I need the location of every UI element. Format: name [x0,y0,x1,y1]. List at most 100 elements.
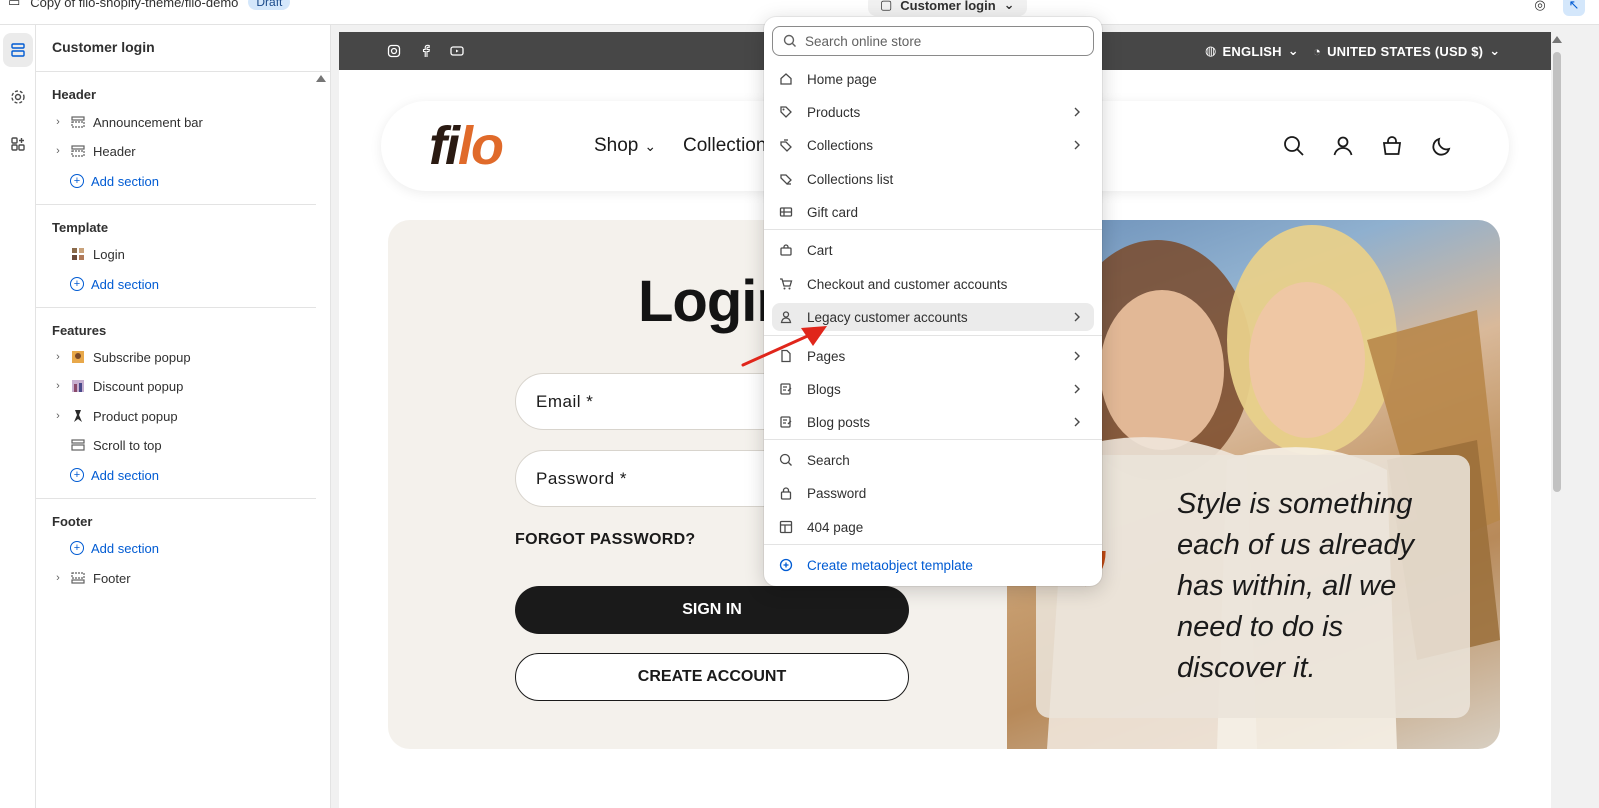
menu-item-products[interactable]: Products [772,98,1094,126]
chevron-right-icon[interactable]: › [52,410,64,422]
menu-item-collections-list[interactable]: Collections list [772,165,1094,193]
section-icon [70,115,86,129]
add-section-footer[interactable]: + Add section [52,537,159,559]
nav-shop[interactable]: Shop ⌄ [594,135,656,157]
language-selector[interactable]: ◍ ENGLISH ⌄ [1205,43,1299,59]
chevron-right-icon [1074,312,1080,322]
gift-card-icon [778,204,794,220]
search-icon[interactable] [1282,134,1306,158]
blog-icon [778,381,794,397]
bag-icon [778,242,794,258]
nav-collections-label: Collection [683,135,767,156]
forgot-password-link[interactable]: FORGOT PASSWORD? [515,531,696,549]
menu-item-blog-posts[interactable]: Blog posts [772,408,1094,436]
chevron-right-icon[interactable]: › [52,380,64,392]
store-search-input[interactable] [805,33,1075,49]
section-scroll-to-top[interactable]: Scroll to top [52,434,162,456]
apps-icon[interactable] [3,127,33,161]
menu-item-collections[interactable]: Collections [772,131,1094,159]
menu-item-label: Create metaobject template [807,557,973,573]
add-circle-icon: + [70,174,84,188]
section-subscribe-popup[interactable]: › Subscribe popup [52,346,190,368]
instagram-icon[interactable] [387,44,401,58]
youtube-icon[interactable] [450,44,464,58]
menu-item-label: Collections [807,137,874,153]
scroll-up-arrow[interactable] [1552,36,1562,43]
add-section-template[interactable]: + Add section [52,273,159,295]
chevron-right-icon[interactable]: › [52,572,64,584]
section-label: Discount popup [93,378,184,394]
inspector-icon[interactable]: ↖ [1563,0,1585,16]
scrollbar-thumb[interactable] [1553,52,1561,492]
menu-item-label: Collections list [807,171,894,187]
section-header[interactable]: › Header [52,140,135,162]
menu-item-password[interactable]: Password [772,479,1094,507]
exit-icon[interactable]: ▭ [8,0,20,10]
template-dropdown: Home page Products Collections Collectio… [764,17,1102,586]
store-title-area: ▭ Copy of filo-shopify-theme/filo-demo D… [8,0,291,10]
login-section-icon [70,247,86,261]
template-selector[interactable]: ▢ Customer login ⌄ [868,0,1027,16]
add-section-header[interactable]: + Add section [52,170,159,192]
create-account-button[interactable]: CREATE ACCOUNT [515,653,909,701]
search-icon [783,34,796,47]
section-product-popup[interactable]: › Product popup [52,405,177,427]
template-selector-label: Customer login [900,0,996,13]
create-metaobject-template-link[interactable]: Create metaobject template [772,551,1094,579]
menu-item-label: Blog posts [807,414,871,430]
chevron-right-icon[interactable]: › [52,351,64,363]
scroll-up-arrow[interactable] [316,75,326,82]
facebook-icon[interactable] [419,44,433,58]
currency-selector[interactable]: ◔ UNITED STATES (USD $) ⌄ [1313,43,1500,59]
sections-sidebar: Customer login Header › Announcement bar… [36,25,331,808]
menu-item-label: Cart [807,242,833,258]
language-label: ENGLISH [1222,43,1282,59]
divider [36,307,316,308]
menu-item-gift-card[interactable]: Gift card [772,198,1094,226]
menu-item-search[interactable]: Search [772,446,1094,474]
menu-item-checkout[interactable]: Checkout and customer accounts [772,270,1094,298]
menu-item-pages[interactable]: Pages [772,342,1094,370]
cart-icon [778,276,794,292]
viewport-icon[interactable]: ◎ [1529,0,1551,16]
chevron-right-icon [1074,384,1080,394]
section-login[interactable]: Login [52,243,125,265]
menu-item-label: Gift card [807,204,859,220]
cart-icon[interactable] [1380,134,1404,158]
currency-label: UNITED STATES (USD $) [1327,43,1484,59]
section-icon [70,438,86,452]
layout-icon [778,519,794,535]
menu-item-label: Products [807,104,861,120]
menu-item-cart[interactable]: Cart [772,236,1094,264]
dark-mode-icon[interactable] [1430,134,1454,158]
divider [36,71,331,72]
lock-icon [778,485,794,501]
section-announcement-bar[interactable]: › Announcement bar [52,111,203,133]
chevron-right-icon [1074,351,1080,361]
section-footer[interactable]: › Footer [52,567,130,589]
sections-icon[interactable] [3,33,33,67]
person-icon [778,309,794,325]
page-icon [778,348,794,364]
divider [764,335,1102,336]
add-section-features[interactable]: + Add section [52,464,159,486]
section-discount-popup[interactable]: › Discount popup [52,375,183,397]
menu-item-legacy-customer-accounts[interactable]: Legacy customer accounts [772,303,1094,331]
add-section-label: Add section [91,467,159,483]
chevron-right-icon[interactable]: › [52,145,64,157]
section-icon [70,571,86,585]
draft-badge: Draft [248,0,291,10]
store-logo[interactable]: filo [429,115,504,177]
search-icon [778,452,794,468]
sign-in-button[interactable]: SIGN IN [515,586,909,634]
nav-collections[interactable]: Collection [683,135,766,157]
theme-settings-icon[interactable] [3,80,33,114]
chevron-right-icon [1074,417,1080,427]
chevron-right-icon[interactable]: › [52,116,64,128]
preview-scrollbar[interactable] [1551,32,1563,808]
account-icon[interactable] [1331,134,1355,158]
menu-item-home-page[interactable]: Home page [772,65,1094,93]
menu-item-blogs[interactable]: Blogs [772,375,1094,403]
menu-item-404-page[interactable]: 404 page [772,513,1094,541]
store-search-box[interactable] [772,26,1094,56]
